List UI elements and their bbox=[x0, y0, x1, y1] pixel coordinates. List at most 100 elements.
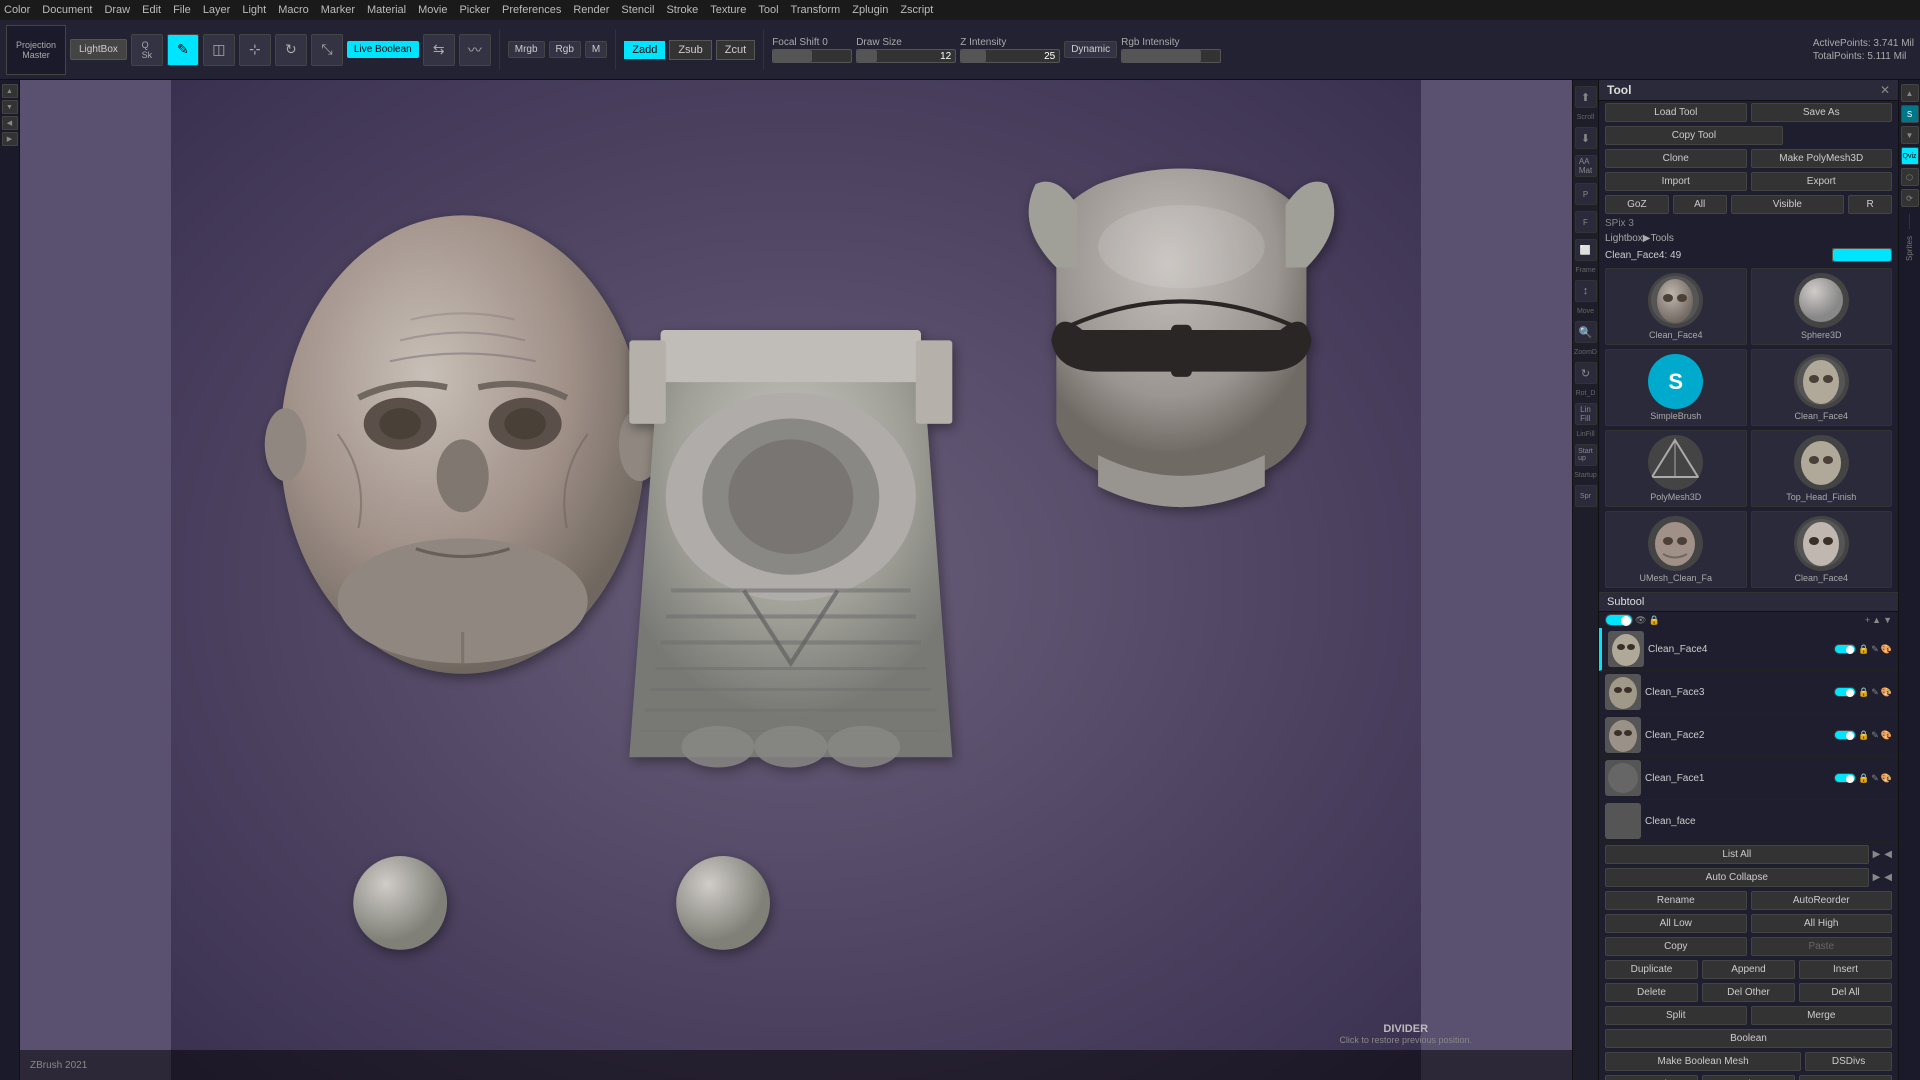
extract-btn[interactable]: Extract bbox=[1799, 1075, 1892, 1080]
live-boolean-btn[interactable]: Live Boolean bbox=[347, 41, 419, 58]
dynamic-btn[interactable]: Dynamic bbox=[1064, 41, 1117, 58]
menu-item-zscript[interactable]: Zscript bbox=[900, 4, 933, 16]
rs-btn-1[interactable]: ▲ bbox=[1901, 84, 1919, 102]
auto-collapse-arrow[interactable]: ▶ bbox=[1873, 872, 1881, 883]
menu-item-light[interactable]: Light bbox=[242, 4, 266, 16]
scale-btn[interactable]: ⤡ bbox=[311, 34, 343, 66]
rename-btn[interactable]: Rename bbox=[1605, 891, 1747, 910]
symmetry-btn[interactable]: ⇆ bbox=[423, 34, 455, 66]
mrgb-btn[interactable]: Mrgb bbox=[508, 41, 545, 58]
insert-btn[interactable]: Insert bbox=[1799, 960, 1892, 979]
menu-item-zplugin[interactable]: Zplugin bbox=[852, 4, 888, 16]
del-other-btn[interactable]: Del Other bbox=[1702, 983, 1795, 1002]
subtool-eye-3[interactable] bbox=[1834, 773, 1856, 783]
lightbox-tools-label[interactable]: Lightbox▶Tools bbox=[1605, 233, 1674, 244]
rs-btn-5[interactable]: ⟳ bbox=[1901, 189, 1919, 207]
delete-btn[interactable]: Delete bbox=[1605, 983, 1698, 1002]
subtool-item-clean-face3[interactable]: Clean_Face3 🔒 ✎ 🎨 bbox=[1599, 671, 1898, 714]
panel-close-btn[interactable]: ✕ bbox=[1880, 83, 1890, 97]
copy-tool-btn[interactable]: Copy Tool bbox=[1605, 126, 1783, 145]
boolean-btn[interactable]: Boolean bbox=[1605, 1029, 1892, 1048]
sculpt-btn[interactable]: ✎ bbox=[167, 34, 199, 66]
subtool-lock-3[interactable]: 🔒 bbox=[1858, 773, 1869, 784]
focal-shift-slider[interactable] bbox=[772, 49, 852, 63]
subtool-edit-1[interactable]: ✎ bbox=[1871, 687, 1879, 698]
sprites-btn[interactable]: Spr bbox=[1575, 485, 1597, 507]
tool-item-polymesh3d[interactable]: PolyMesh3D bbox=[1605, 430, 1747, 507]
draw-mode-btn[interactable]: ◫ bbox=[203, 34, 235, 66]
subtool-edit-0[interactable]: ✎ bbox=[1871, 644, 1879, 655]
menu-item-render[interactable]: Render bbox=[573, 4, 609, 16]
load-tool-btn[interactable]: Load Tool bbox=[1605, 103, 1747, 122]
all-btn[interactable]: All bbox=[1673, 195, 1727, 214]
remesh-btn[interactable]: Remesh bbox=[1605, 1075, 1698, 1080]
clone-btn[interactable]: Clone bbox=[1605, 149, 1747, 168]
list-all-arrow[interactable]: ▶ bbox=[1873, 849, 1881, 860]
tool-item-sphere3d[interactable]: Sphere3D bbox=[1751, 268, 1893, 345]
all-low-btn[interactable]: All Low bbox=[1605, 914, 1747, 933]
auto-reorder-btn[interactable]: AutoReorder bbox=[1751, 891, 1893, 910]
tool-item-simplebrush[interactable]: S SimpleBrush bbox=[1605, 349, 1747, 426]
projection-master-btn[interactable]: Projection Master bbox=[6, 25, 66, 75]
subtool-lock-2[interactable]: 🔒 bbox=[1858, 730, 1869, 741]
make-boolean-mesh-btn[interactable]: Make Boolean Mesh bbox=[1605, 1052, 1801, 1071]
rgb-intensity-slider[interactable] bbox=[1121, 49, 1221, 63]
zsub-btn[interactable]: Zsub bbox=[669, 40, 711, 60]
make-polymesh-btn[interactable]: Make PolyMesh3D bbox=[1751, 149, 1893, 168]
subtool-eye-1[interactable] bbox=[1834, 687, 1856, 697]
del-all-btn[interactable]: Del All bbox=[1799, 983, 1892, 1002]
rotate-icon-btn[interactable]: ↻ bbox=[1575, 362, 1597, 384]
aamat-btn[interactable]: AAMat bbox=[1575, 155, 1597, 177]
menu-item-document[interactable]: Document bbox=[42, 4, 92, 16]
menu-item-tool[interactable]: Tool bbox=[758, 4, 778, 16]
rs-btn-4[interactable]: ⬡ bbox=[1901, 168, 1919, 186]
menu-item-texture[interactable]: Texture bbox=[710, 4, 746, 16]
subtool-toggle[interactable] bbox=[1605, 614, 1633, 626]
tool-item-clean-face4-last[interactable]: Clean_Face4 bbox=[1751, 511, 1893, 588]
list-all-btn[interactable]: List All bbox=[1605, 845, 1869, 864]
goz-btn[interactable]: GoZ bbox=[1605, 195, 1669, 214]
lin-fill-btn[interactable]: LinFill bbox=[1575, 403, 1597, 425]
lazy-mouse-btn[interactable]: 〰 bbox=[459, 34, 491, 66]
menu-item-transform[interactable]: Transform bbox=[791, 4, 841, 16]
subtool-edit-3[interactable]: ✎ bbox=[1871, 773, 1879, 784]
duplicate-btn[interactable]: Duplicate bbox=[1605, 960, 1698, 979]
subtool-item-clean-face2[interactable]: Clean_Face2 🔒 ✎ 🎨 bbox=[1599, 714, 1898, 757]
subtool-item-clean-face1[interactable]: Clean_Face1 🔒 ✎ 🎨 bbox=[1599, 757, 1898, 800]
z-intensity-slider[interactable]: 25 bbox=[960, 49, 1060, 63]
zadd-btn[interactable]: Zadd bbox=[624, 41, 665, 59]
frame-btn[interactable]: ⬜ bbox=[1575, 239, 1597, 261]
tool-item-clean-face4[interactable]: Clean_Face4 bbox=[1605, 268, 1747, 345]
rs-btn-2[interactable]: S bbox=[1901, 105, 1919, 123]
clean-face4-slider[interactable] bbox=[1832, 248, 1892, 262]
left-btn-2[interactable]: ▼ bbox=[2, 100, 18, 114]
quick-sketch-btn[interactable]: QSk bbox=[131, 34, 163, 66]
list-all-arrow2[interactable]: ◀ bbox=[1884, 849, 1892, 860]
r-btn[interactable]: R bbox=[1848, 195, 1892, 214]
tool-item-umesh[interactable]: UMesh_Clean_Fa bbox=[1605, 511, 1747, 588]
menu-item-stencil[interactable]: Stencil bbox=[621, 4, 654, 16]
subtool-color-3[interactable]: 🎨 bbox=[1881, 773, 1892, 784]
draw-size-slider[interactable]: 12 bbox=[856, 49, 956, 63]
menu-item-marker[interactable]: Marker bbox=[321, 4, 355, 16]
all-high-btn[interactable]: All High bbox=[1751, 914, 1893, 933]
zoom-btn[interactable]: 🔍 bbox=[1575, 321, 1597, 343]
left-btn-3[interactable]: ◀ bbox=[2, 116, 18, 130]
rgb-btn[interactable]: Rgb bbox=[549, 41, 581, 58]
tool-item-clean-face4-2[interactable]: Clean_Face4 bbox=[1751, 349, 1893, 426]
subtool-eye-2[interactable] bbox=[1834, 730, 1856, 740]
dsdiv-btn[interactable]: DSDivs bbox=[1805, 1052, 1892, 1071]
menu-item-draw[interactable]: Draw bbox=[104, 4, 130, 16]
startup-btn[interactable]: Startup bbox=[1575, 444, 1597, 466]
menu-item-preferences[interactable]: Preferences bbox=[502, 4, 561, 16]
rs-btn-3[interactable]: ▼ bbox=[1901, 126, 1919, 144]
paste-btn[interactable]: Paste bbox=[1751, 937, 1893, 956]
import-btn[interactable]: Import bbox=[1605, 172, 1747, 191]
subtool-color-1[interactable]: 🎨 bbox=[1881, 687, 1892, 698]
menu-item-layer[interactable]: Layer bbox=[203, 4, 231, 16]
move-mode-btn[interactable]: ⊹ bbox=[239, 34, 271, 66]
menu-item-picker[interactable]: Picker bbox=[459, 4, 490, 16]
split-btn[interactable]: Split bbox=[1605, 1006, 1747, 1025]
project-btn[interactable]: Project bbox=[1702, 1075, 1795, 1080]
menu-item-file[interactable]: File bbox=[173, 4, 191, 16]
